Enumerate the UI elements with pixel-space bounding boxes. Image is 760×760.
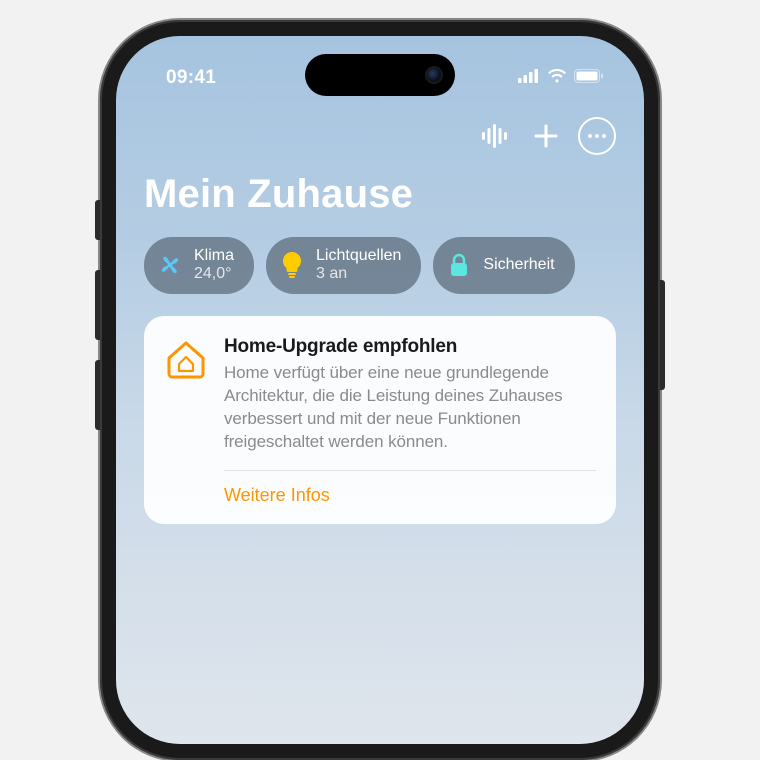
chip-value: 24,0°	[194, 265, 234, 283]
card-more-link[interactable]: Weitere Infos	[164, 485, 596, 506]
lock-icon	[445, 251, 473, 279]
screen: 09:41 Mei	[116, 36, 644, 744]
chip-label: Klima	[194, 247, 234, 265]
side-button	[660, 280, 665, 390]
card-divider	[224, 470, 596, 471]
side-button	[95, 200, 100, 240]
card-description: Home verfügt über eine neue grundlegende…	[224, 362, 596, 454]
dynamic-island	[305, 54, 455, 96]
home-upgrade-icon	[164, 336, 208, 380]
cellular-icon	[518, 69, 540, 88]
more-button[interactable]	[578, 117, 616, 155]
chip-security[interactable]: Sicherheit	[433, 237, 574, 294]
intercom-button[interactable]	[474, 116, 514, 156]
lightbulb-icon	[278, 251, 306, 279]
chip-lights[interactable]: Lichtquellen 3 an	[266, 237, 421, 294]
chip-value: 3 an	[316, 265, 401, 283]
chip-label: Lichtquellen	[316, 247, 401, 265]
status-icons	[518, 69, 604, 88]
side-button	[95, 270, 100, 340]
status-time: 09:41	[166, 67, 216, 89]
upgrade-card: Home-Upgrade empfohlen Home verfügt über…	[144, 316, 616, 524]
fan-icon	[156, 251, 184, 279]
wifi-icon	[547, 69, 567, 88]
phone-frame: 09:41 Mei	[100, 20, 660, 760]
battery-icon	[574, 69, 604, 88]
card-title: Home-Upgrade empfohlen	[224, 336, 596, 358]
side-button	[95, 360, 100, 430]
category-chips: Klima 24,0° Lichtquellen 3 an Sicher	[116, 237, 644, 316]
header-actions	[116, 96, 644, 166]
chip-climate[interactable]: Klima 24,0°	[144, 237, 254, 294]
front-camera	[427, 68, 441, 82]
add-button[interactable]	[526, 116, 566, 156]
chip-label: Sicherheit	[483, 256, 554, 274]
page-title: Mein Zuhause	[116, 166, 644, 237]
